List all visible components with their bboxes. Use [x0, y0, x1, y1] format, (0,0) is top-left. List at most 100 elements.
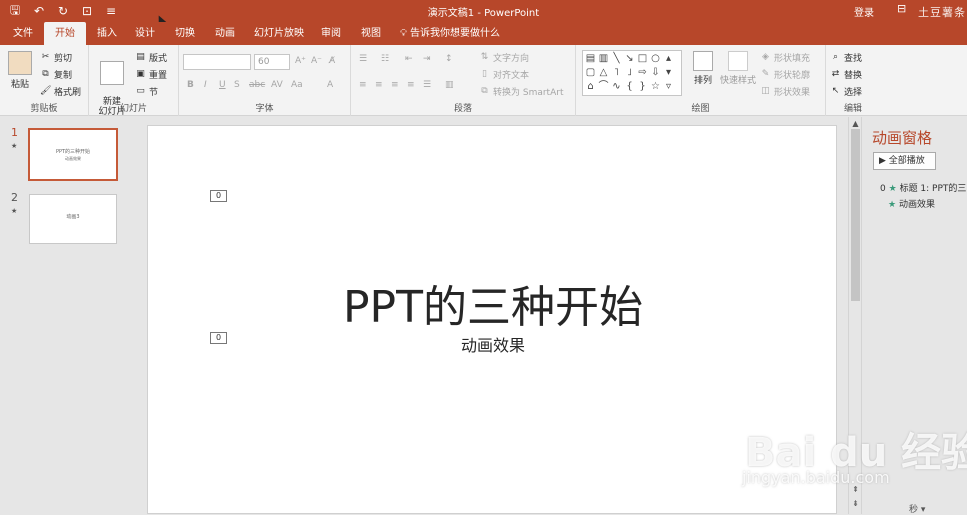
seconds-dropdown[interactable]: 秒 ▾	[909, 502, 925, 515]
rounded-rect-shape-icon[interactable]: ▢	[584, 66, 597, 80]
bold-icon[interactable]: B	[187, 80, 194, 90]
title-bar: 🖫 ↶ ↻ ⊡ ≡ 演示文稿1 - PowerPoint 登录 ⊟ 土豆薯条	[0, 0, 967, 22]
arc-shape-icon[interactable]: ⌒	[597, 80, 610, 94]
arrow-line-shape-icon[interactable]: ↘	[623, 52, 636, 66]
oval-shape-icon[interactable]: ○	[649, 52, 662, 66]
animation-item-1[interactable]: 0 ★ 标题 1: PPT的三	[880, 181, 966, 194]
ribbon-display-icon[interactable]: ⊟	[897, 2, 906, 15]
next-slide-icon[interactable]: ⇟	[850, 499, 861, 508]
reset-button[interactable]: ▣ 重置	[135, 68, 167, 81]
columns-icon[interactable]: ▥	[445, 80, 454, 90]
scrollbar-thumb[interactable]	[851, 129, 860, 301]
smartart-icon: ⧉	[481, 86, 488, 96]
shapes-gallery[interactable]: ▤ ▥ ╲ ↘ □ ○ ▴ ▢ △ ˥ ˩ ⇨ ⇩ ▾ ⌂ ⌒ ∿ { } ☆ …	[582, 50, 682, 96]
change-case-icon[interactable]: Aa	[291, 80, 303, 90]
replace-button[interactable]: ⇄ 替换	[830, 68, 862, 81]
paste-button[interactable]: 粘贴	[6, 51, 34, 90]
distribute-icon[interactable]: ☰	[423, 80, 431, 90]
tab-design[interactable]: 设计	[128, 22, 162, 45]
line-shape-icon[interactable]: ╲	[610, 52, 623, 66]
brace-open-shape-icon[interactable]: {	[623, 80, 636, 94]
freeform-shape-icon[interactable]: ⌂	[584, 80, 597, 94]
select-button[interactable]: ↖ 选择	[830, 85, 862, 98]
tell-me-box[interactable]: 💡︎ 告诉我你想要做什么	[398, 22, 502, 45]
arrange-button[interactable]: 排列	[688, 51, 718, 86]
line-spacing-icon[interactable]: ↕	[445, 54, 453, 64]
slide-title[interactable]: PPT的三种开始	[148, 271, 838, 335]
login-link[interactable]: 登录	[854, 4, 874, 19]
curve-shape-icon[interactable]: ∿	[610, 80, 623, 94]
more-shapes-icon[interactable]: ▴	[662, 52, 675, 66]
vtextbox-shape-icon[interactable]: ▥	[597, 52, 610, 66]
copy-button[interactable]: ⧉ 复制	[40, 68, 72, 81]
quick-styles-button[interactable]: 快速样式	[718, 51, 758, 86]
text-direction-button[interactable]: ⇅ 文字方向	[479, 51, 529, 64]
cut-button[interactable]: ✂ 剪切	[40, 51, 72, 64]
align-left-icon[interactable]: ≡	[359, 80, 367, 90]
font-group-label: 字体	[255, 104, 274, 114]
tab-slideshow[interactable]: 幻灯片放映	[250, 22, 308, 45]
textbox-shape-icon[interactable]: ▤	[584, 52, 597, 66]
bullets-icon[interactable]: ☰	[359, 54, 367, 64]
elbow-shape-icon[interactable]: ˥	[610, 66, 623, 80]
baidu-watermark-url: jingyan.baidu.com	[742, 468, 890, 487]
slide-thumb-1[interactable]: PPT的三种开始 动画效果	[28, 128, 118, 181]
decrease-indent-icon[interactable]: ⇤	[405, 54, 413, 64]
scissors-icon: ✂	[41, 52, 50, 62]
char-spacing-icon[interactable]: AV	[271, 80, 283, 90]
tab-file[interactable]: 文件	[6, 22, 40, 45]
brace-close-shape-icon[interactable]: }	[636, 80, 649, 94]
align-right-icon[interactable]: ≡	[391, 80, 399, 90]
smartart-button[interactable]: ⧉ 转换为 SmartArt	[479, 85, 563, 98]
slide-thumb-2[interactable]: 动画3	[29, 194, 117, 244]
grow-font-icon[interactable]: A⁺	[295, 56, 306, 66]
star-shape-icon[interactable]: ☆	[649, 80, 662, 94]
down-arrow-shape-icon[interactable]: ⇩	[649, 66, 662, 80]
tab-animations[interactable]: 动画	[208, 22, 242, 45]
right-arrow-shape-icon[interactable]: ⇨	[636, 66, 649, 80]
scroll-down-icon[interactable]: ▾	[662, 66, 675, 80]
section-button[interactable]: ▭ 节	[135, 85, 158, 98]
ribbon-tabs: 文件 开始 插入 设计 切换 动画 幻灯片放映 审阅 视图 💡︎ 告诉我你想要做什…	[0, 22, 967, 45]
justify-icon[interactable]: ≡	[407, 80, 415, 90]
strikethrough-icon[interactable]: abc	[249, 80, 265, 90]
tab-transitions[interactable]: 切换	[168, 22, 202, 45]
tab-view[interactable]: 视图	[354, 22, 388, 45]
shape-outline-button[interactable]: ✎ 形状轮廓	[760, 68, 810, 81]
slide-subtitle[interactable]: 动画效果	[148, 332, 838, 356]
title-animation-tag[interactable]: 0	[210, 190, 227, 202]
animation-item-2[interactable]: ★ 动画效果	[888, 197, 935, 210]
font-color-icon[interactable]: A	[327, 80, 333, 90]
tab-insert[interactable]: 插入	[90, 22, 124, 45]
format-painter-button[interactable]: 🖌︎ 格式刷	[40, 85, 81, 98]
align-center-icon[interactable]: ≡	[375, 80, 383, 90]
font-name-combo[interactable]	[183, 54, 251, 70]
shrink-font-icon[interactable]: A⁻	[311, 56, 322, 66]
search-icon: ⌕	[832, 52, 839, 62]
slide-editor: 0 0 PPT的三种开始 动画效果	[132, 117, 848, 514]
shape-effects-button[interactable]: ◫ 形状效果	[760, 85, 810, 98]
elbow2-shape-icon[interactable]: ˩	[623, 66, 636, 80]
align-text-button[interactable]: ▯ 对齐文本	[479, 68, 529, 81]
italic-icon[interactable]: I	[204, 80, 207, 90]
numbering-icon[interactable]: ☷	[381, 54, 389, 64]
paint-bucket-icon: ◈	[762, 52, 769, 62]
font-size-combo[interactable]: 60	[254, 54, 290, 70]
play-all-button[interactable]: ▶ 全部播放	[873, 152, 936, 170]
shadow-icon[interactable]: S	[234, 80, 240, 90]
underline-icon[interactable]: U	[219, 80, 226, 90]
increase-indent-icon[interactable]: ⇥	[423, 54, 431, 64]
expand-gallery-icon[interactable]: ▿	[662, 80, 675, 94]
triangle-shape-icon[interactable]: △	[597, 66, 610, 80]
current-slide[interactable]: 0 0 PPT的三种开始 动画效果	[147, 125, 837, 514]
scroll-up-icon[interactable]: ▲	[850, 119, 861, 128]
tab-review[interactable]: 审阅	[314, 22, 348, 45]
window-title: 演示文稿1 - PowerPoint	[427, 8, 540, 19]
clear-format-icon[interactable]: A̸	[329, 56, 335, 66]
tab-home[interactable]: 开始	[44, 22, 86, 45]
rect-shape-icon[interactable]: □	[636, 52, 649, 66]
editing-group-label: 编辑	[843, 104, 862, 114]
layout-button[interactable]: ▤ 版式	[135, 51, 167, 64]
shape-fill-button[interactable]: ◈ 形状填充	[760, 51, 810, 64]
find-button[interactable]: ⌕ 查找	[830, 51, 862, 64]
